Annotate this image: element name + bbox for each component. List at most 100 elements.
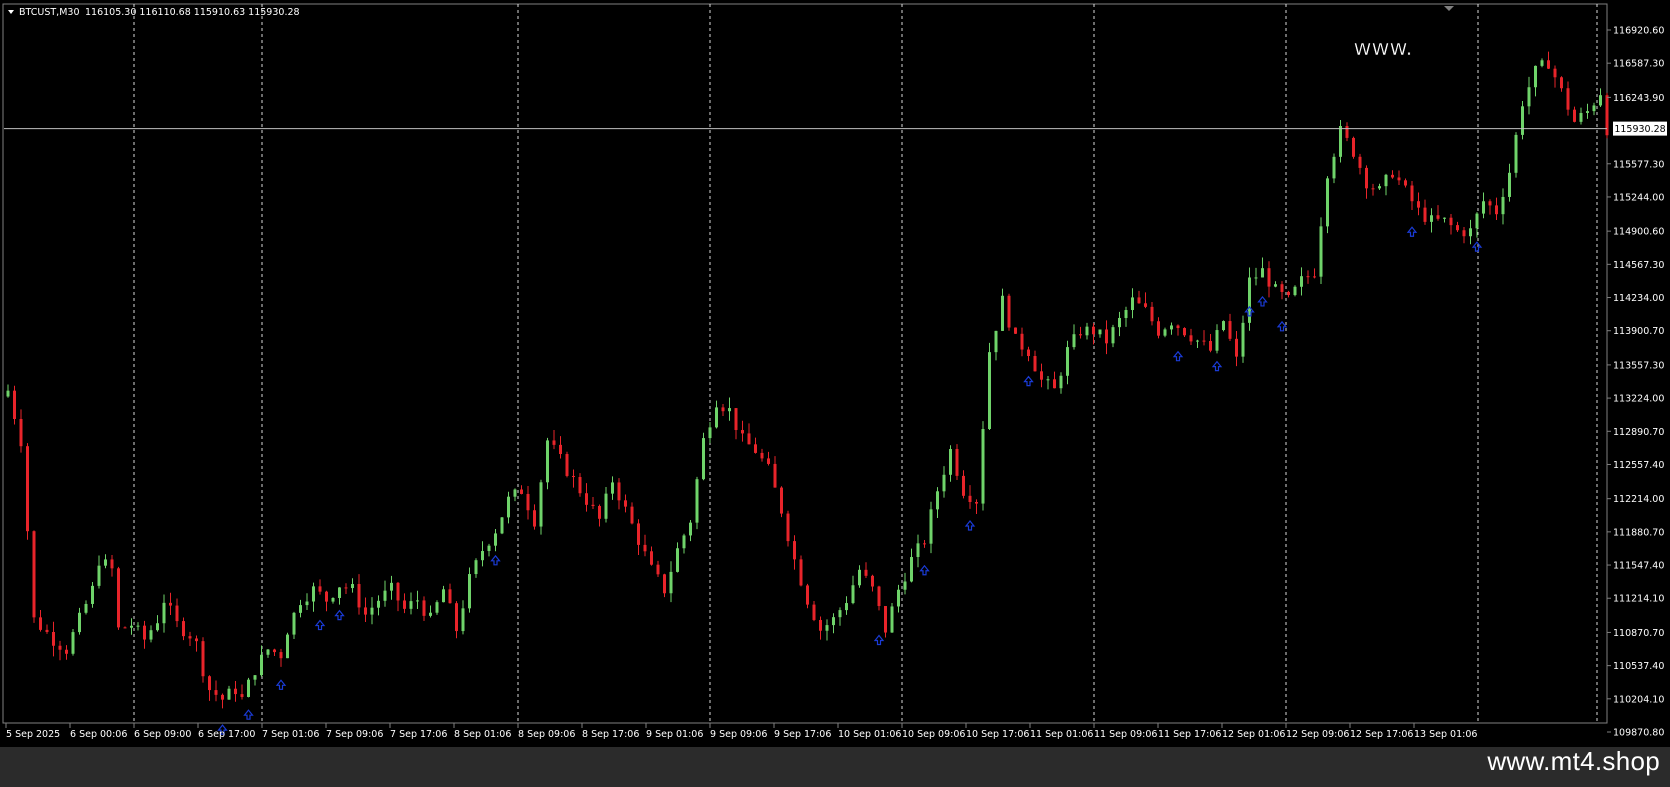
candle-body [923, 543, 926, 545]
candle-body [1020, 333, 1024, 350]
candle-body [1072, 334, 1076, 348]
candle-body [474, 560, 478, 575]
candle-body [708, 427, 712, 439]
candle-body [1573, 109, 1576, 122]
candle-body [1241, 322, 1245, 357]
candle-body [994, 330, 998, 353]
candle-body [1124, 310, 1128, 318]
candle-body [227, 688, 231, 700]
candle-body [409, 601, 413, 609]
candle-body [1027, 349, 1030, 357]
y-tick-label: 111880.70 [1613, 527, 1664, 538]
candle-body [832, 617, 835, 626]
candle-body [520, 489, 523, 494]
candle-body [702, 438, 705, 480]
candle-body [1163, 329, 1167, 336]
candle-body [526, 493, 530, 511]
candle-body [1144, 303, 1147, 307]
candle-body [1261, 268, 1264, 278]
candle-body [156, 623, 159, 631]
candle-body [416, 600, 419, 602]
candle-body [741, 430, 744, 434]
candle-body [364, 607, 367, 615]
candle-body [799, 559, 803, 586]
candle-body [1605, 95, 1609, 136]
candle-body [591, 504, 595, 506]
candle-body [396, 582, 400, 601]
candle-body [253, 675, 257, 680]
candle-body [1436, 215, 1440, 219]
candle-body [71, 632, 75, 654]
candle-body [1040, 371, 1043, 380]
terminal-frame: 116920.60 116587.30 116243.90 115577.30 1152… [0, 0, 1670, 787]
candle-body [1274, 284, 1277, 287]
candle-body [494, 533, 497, 546]
candle-body [1430, 215, 1433, 222]
candle-body [1280, 284, 1284, 292]
candle-body [559, 444, 562, 455]
candle-body [45, 629, 49, 632]
x-tick-label: 6 Sep 17:00 [198, 729, 255, 740]
candle-body [19, 418, 23, 447]
candle-body [936, 491, 939, 510]
candle-body [1514, 134, 1518, 173]
candle-body [273, 649, 276, 653]
candle-body [695, 479, 699, 523]
candle-body [78, 612, 81, 633]
candle-body [500, 517, 504, 534]
candle-body [507, 496, 510, 518]
candle-body [1501, 196, 1505, 215]
candle-body [169, 602, 172, 606]
candle-body [1189, 335, 1193, 342]
candle-body [1547, 60, 1550, 69]
candle-body [1118, 317, 1121, 328]
candle-body [949, 449, 952, 475]
candle-body [845, 603, 848, 611]
candle-body [305, 601, 309, 606]
candle-body [572, 475, 575, 478]
y-tick-label: 110870.70 [1613, 628, 1664, 639]
candle-body [682, 535, 686, 549]
chart-header: BTCUST,M30 116105.30 116110.68 115910.63… [8, 7, 300, 18]
price-chart[interactable]: 116920.60 116587.30 116243.90 115577.30 1152… [0, 0, 1670, 747]
x-tick-label: 9 Sep 09:06 [710, 729, 767, 740]
candle-body [338, 587, 341, 598]
y-tick-label: 114234.00 [1613, 293, 1664, 304]
candle-body [91, 585, 94, 604]
candle-body [487, 545, 491, 552]
x-tick-label: 11 Sep 17:06 [1158, 729, 1221, 740]
candle-body [318, 586, 322, 592]
x-tick-label: 7 Sep 09:06 [326, 729, 383, 740]
candle-body [1352, 137, 1355, 157]
candle-body [1092, 326, 1095, 335]
candle-body [767, 458, 770, 464]
x-tick-label: 5 Sep 2025 [6, 729, 60, 740]
candle-body [13, 390, 16, 419]
candle-body [214, 690, 218, 695]
candle-body [266, 649, 270, 655]
candle-body [1423, 207, 1427, 222]
candle-body [689, 522, 692, 536]
candle-body [461, 608, 465, 632]
candle-body [1105, 329, 1108, 344]
candle-body [117, 568, 120, 628]
candle-body [1098, 329, 1102, 335]
y-tick-label: 113557.30 [1613, 360, 1664, 371]
candle-body [890, 606, 894, 633]
candle-body [806, 585, 809, 605]
candle-body [201, 641, 205, 677]
candle-body [52, 631, 55, 646]
y-tick-label: 110537.40 [1613, 661, 1664, 672]
x-tick-label: 10 Sep 17:06 [966, 729, 1029, 740]
candle-body [1033, 356, 1037, 372]
candle-body [780, 487, 783, 514]
candle-body [578, 477, 582, 494]
candle-body [669, 571, 673, 594]
candle-body [175, 605, 179, 622]
candle-body [1397, 177, 1401, 181]
candle-body [6, 390, 10, 397]
candle-body [1293, 286, 1297, 296]
candle-body [1079, 334, 1082, 336]
candle-body [1378, 186, 1381, 189]
y-tick-label: 115577.30 [1613, 159, 1664, 170]
